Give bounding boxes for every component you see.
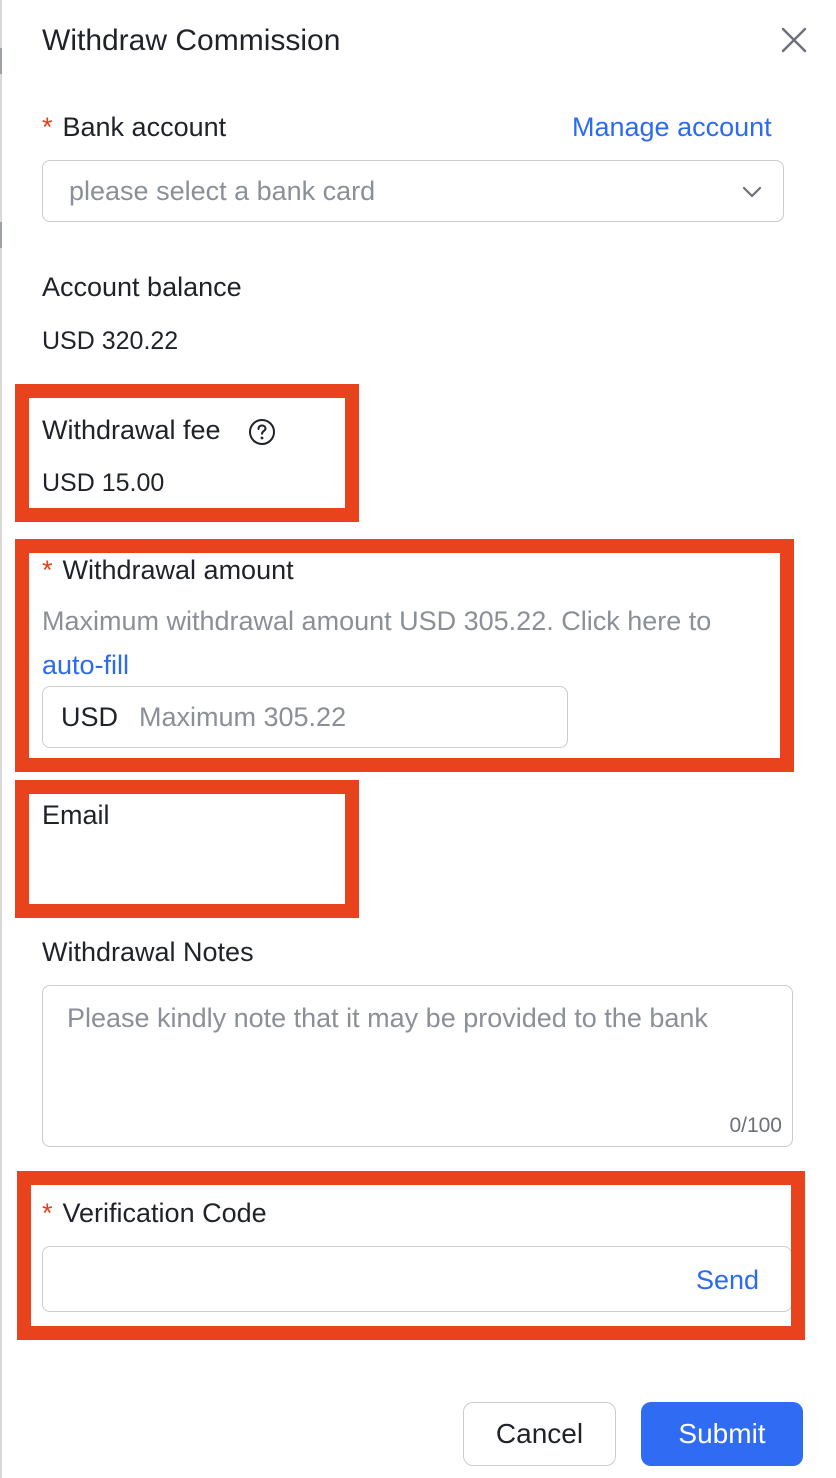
- backdrop-edge-mark: [0, 222, 2, 248]
- account-balance-value: USD 320.22: [42, 327, 179, 355]
- dialog-title: Withdraw Commission: [42, 24, 341, 57]
- backdrop-edge-mark: [0, 48, 2, 74]
- character-counter: 0/100: [729, 1114, 782, 1137]
- withdraw-commission-dialog: Withdraw Commission * Bank account Manage…: [0, 0, 836, 1478]
- manage-account-link[interactable]: Manage account: [572, 112, 772, 143]
- required-mark: *: [42, 112, 53, 142]
- bank-account-label-text: Bank account: [62, 112, 227, 142]
- bank-card-placeholder: please select a bank card: [69, 176, 376, 206]
- withdrawal-notes-field[interactable]: 0/100: [42, 985, 793, 1147]
- cancel-button[interactable]: Cancel: [463, 1402, 616, 1466]
- highlight-box-email: [15, 780, 359, 918]
- bank-card-select[interactable]: please select a bank card: [42, 160, 784, 222]
- highlight-box-withdrawal-fee: [15, 384, 359, 522]
- withdrawal-notes-label: Withdrawal Notes: [42, 937, 254, 967]
- highlight-box-verification-code: [17, 1171, 805, 1340]
- highlight-box-withdrawal-amount: [15, 539, 794, 772]
- account-balance-label: Account balance: [42, 272, 242, 302]
- close-icon: [781, 27, 807, 53]
- submit-button[interactable]: Submit: [641, 1402, 803, 1466]
- close-button[interactable]: [776, 22, 812, 58]
- bank-account-label: * Bank account: [42, 112, 226, 143]
- withdrawal-notes-textarea[interactable]: [67, 1002, 757, 1102]
- chevron-down-icon: [742, 186, 762, 198]
